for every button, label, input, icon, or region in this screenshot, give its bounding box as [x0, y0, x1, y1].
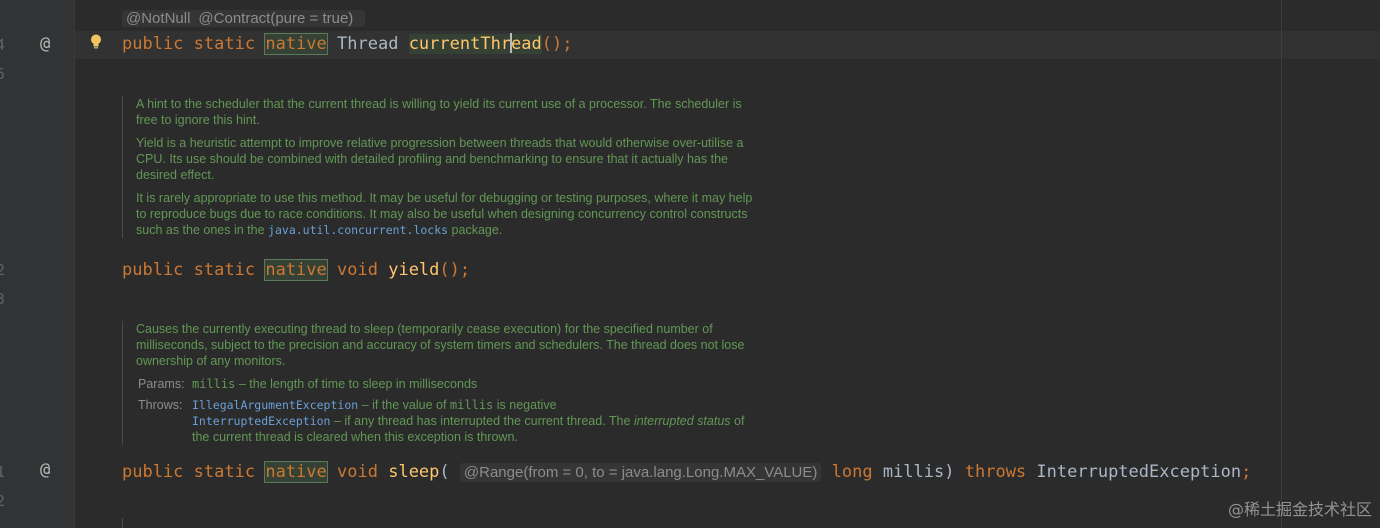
lightbulb-icon[interactable]: [90, 34, 102, 50]
doc-paragraph: Yield is a heuristic attempt to improve …: [136, 136, 744, 182]
param-type: long: [831, 462, 873, 482]
keyword-static: static: [193, 462, 256, 482]
javadoc-yield: A hint to the scheduler that the current…: [122, 96, 762, 238]
method-name: currentThread: [408, 33, 542, 54]
punctuation: ();: [439, 260, 471, 280]
method-name: sleep: [388, 462, 440, 482]
doc-paragraph: Causes the currently executing thread to…: [136, 322, 745, 368]
return-type: void: [337, 260, 378, 280]
override-marker-icon[interactable]: @: [40, 460, 50, 480]
return-type: void: [337, 462, 378, 482]
line-number: 2: [0, 261, 6, 279]
javadoc-sleep: Causes the currently executing thread to…: [122, 321, 762, 445]
keyword-throws: throws: [964, 462, 1027, 482]
return-type: Thread: [337, 34, 399, 54]
method-name: yield: [388, 260, 440, 280]
keyword-native: native: [264, 461, 328, 483]
code-editor[interactable]: 4 5 2 3 1 2 @ @ @NotNull @Contract(pure =…: [0, 0, 1380, 528]
override-marker-icon[interactable]: @: [40, 34, 50, 54]
keyword-public: public: [122, 260, 184, 280]
line-number: 2: [0, 492, 6, 510]
annotation-inlay-hints[interactable]: @NotNull @Contract(pure = true): [122, 10, 366, 27]
keyword-static: static: [193, 260, 256, 280]
exception-type: InterruptedException: [1036, 462, 1242, 482]
gutter[interactable]: 4 5 2 3 1 2 @ @: [0, 0, 75, 528]
doc-throws-row: Throws: IllegalArgumentException – if th…: [138, 398, 745, 444]
param-name: millis: [192, 377, 236, 391]
keyword-public: public: [122, 462, 184, 482]
doc-params-row: Params: millis – the length of time to s…: [138, 377, 478, 391]
not-null-hint: @NotNull: [126, 10, 191, 27]
exception-link[interactable]: InterruptedException: [192, 414, 330, 428]
range-inlay-hint[interactable]: @Range(from = 0, to = java.lang.Long.MAX…: [459, 463, 822, 482]
param-name: millis: [882, 462, 945, 482]
contract-hint: @Contract(pure = true): [198, 10, 354, 27]
package-link[interactable]: java.util.concurrent.locks: [268, 223, 448, 237]
code-line-yield[interactable]: public static native void yield();: [122, 258, 470, 282]
keyword-native: native: [264, 33, 328, 55]
line-number: 5: [0, 65, 6, 83]
exception-link[interactable]: IllegalArgumentException: [192, 398, 358, 412]
punctuation: ();: [541, 34, 573, 54]
watermark: @稀土掘金技术社区: [1227, 500, 1372, 519]
line-number: 4: [0, 36, 6, 54]
throws-label: Throws:: [138, 398, 183, 412]
keyword-public: public: [122, 34, 184, 54]
javadoc-next-fragment: [122, 518, 763, 528]
keyword-static: static: [193, 34, 256, 54]
params-label: Params:: [138, 377, 185, 391]
line-number: 1: [0, 463, 6, 481]
keyword-native: native: [264, 259, 328, 281]
code-line-sleep[interactable]: public static native void sleep( @Range(…: [122, 460, 1251, 485]
right-margin-guide: [1281, 0, 1282, 528]
line-number: 3: [0, 290, 6, 308]
doc-paragraph: It is rarely appropriate to use this met…: [136, 191, 753, 237]
doc-paragraph: A hint to the scheduler that the current…: [136, 97, 742, 127]
code-line-current-thread[interactable]: public static native Thread currentThrea…: [122, 32, 572, 56]
